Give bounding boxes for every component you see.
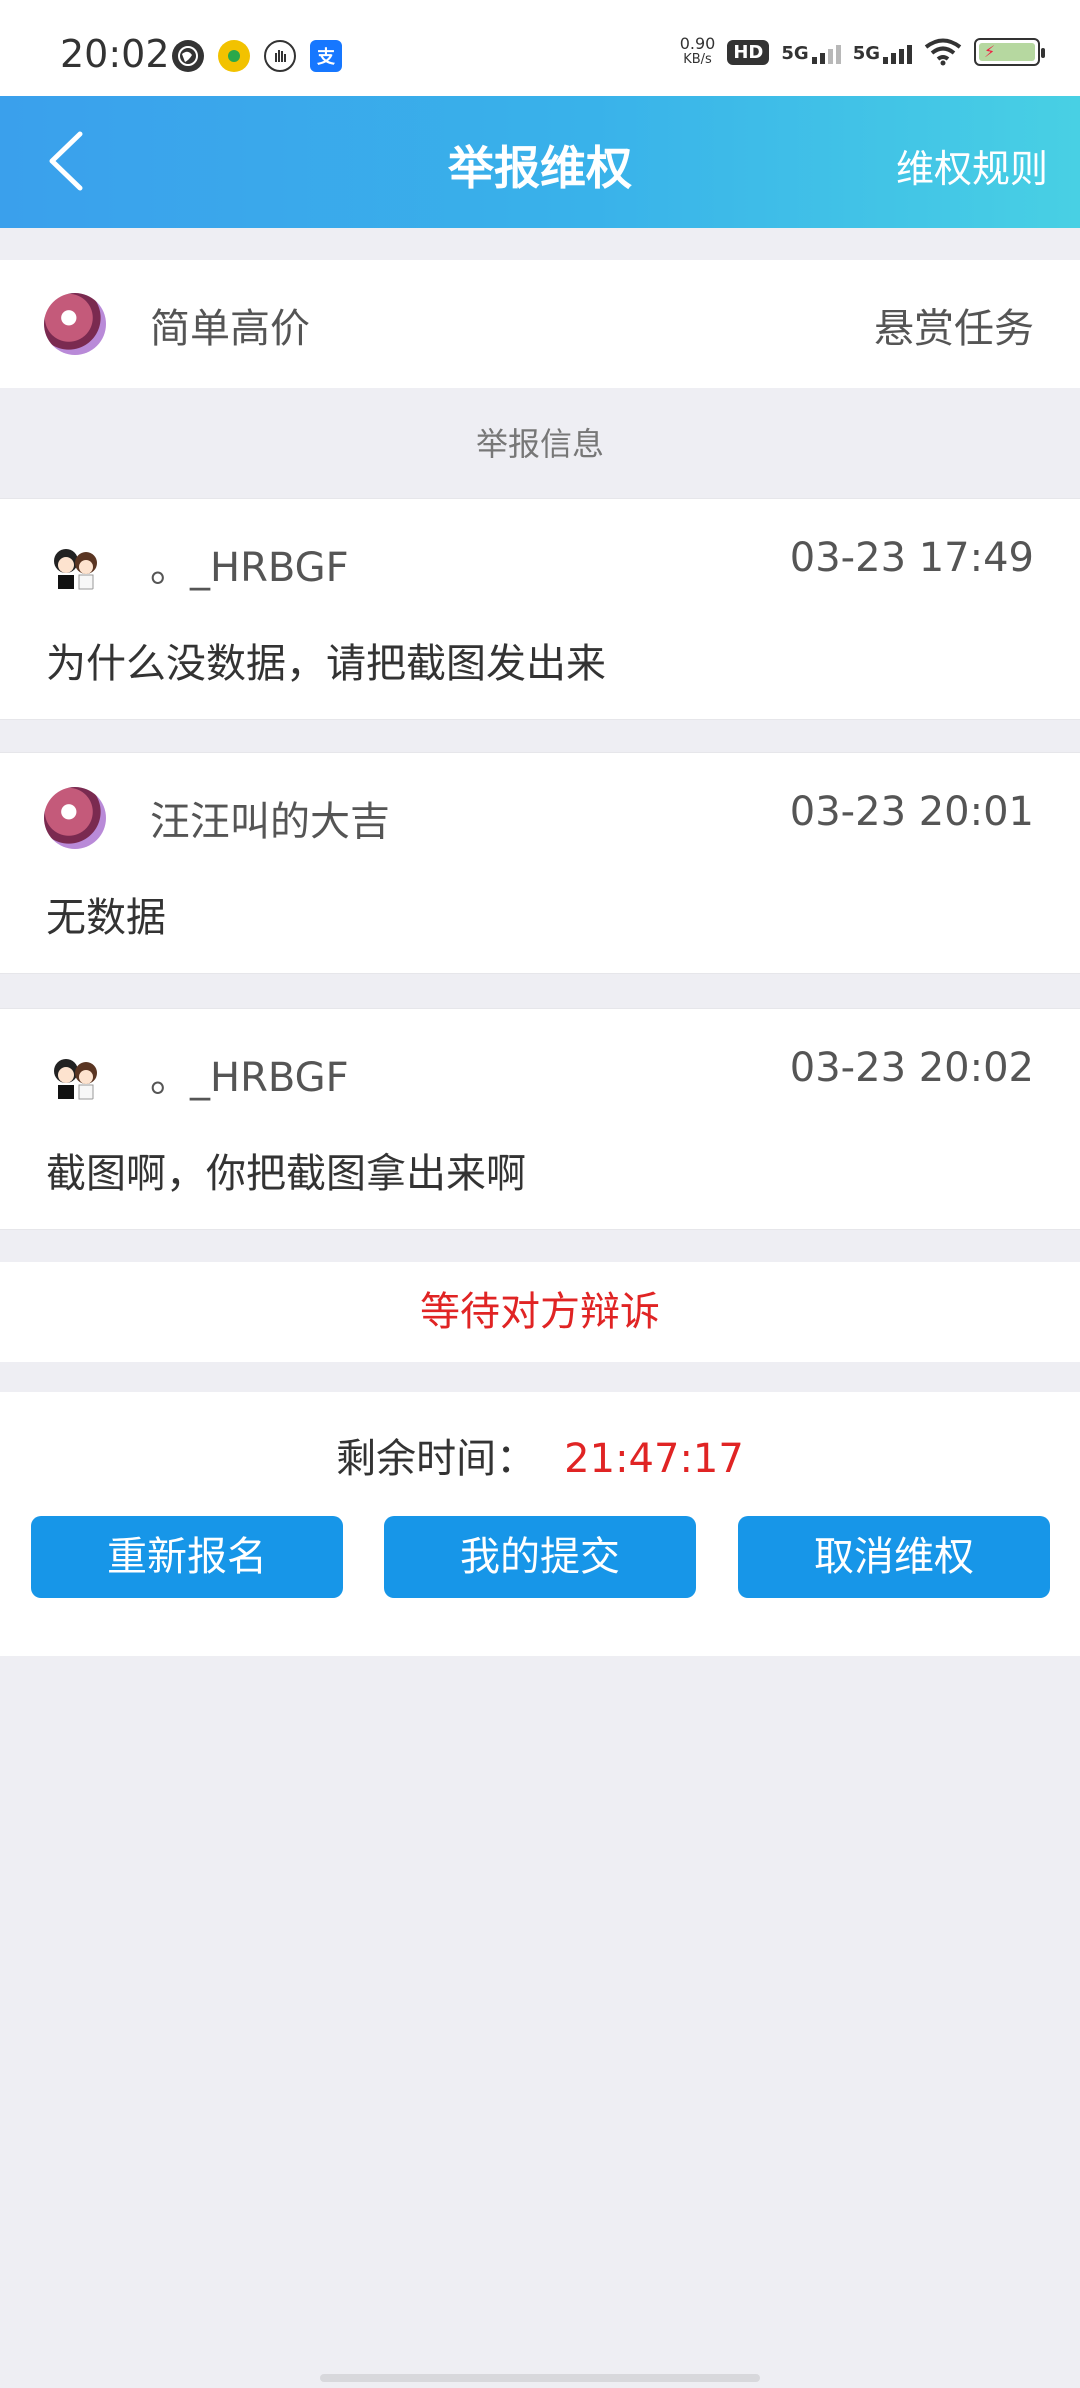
- message-text: 为什么没数据，请把截图发出来: [46, 641, 606, 687]
- network-speed: 0.90 KB/s: [680, 36, 716, 68]
- sender-name: 。_HRBGF: [150, 545, 349, 591]
- status-bar: 20:02 支 0.90 KB/s HD 5G 5G ⚡: [0, 0, 1080, 96]
- sender-name: 汪汪叫的大吉: [150, 799, 390, 845]
- signal-2-icon: 5G: [853, 40, 912, 64]
- avatar: [44, 787, 106, 849]
- action-panel: 剩余时间： 21:47:17 重新报名 我的提交 取消维权: [0, 1392, 1080, 1656]
- home-indicator[interactable]: [320, 2374, 760, 2382]
- network-speed-value: 0.90: [679, 34, 716, 53]
- system-indicators: 0.90 KB/s HD 5G 5G ⚡: [680, 36, 1045, 68]
- remaining-time-label: 剩余时间：: [336, 1436, 537, 1482]
- task-name: 简单高价: [150, 306, 310, 352]
- message-text: 无数据: [46, 895, 166, 941]
- status-time: 20:02: [60, 32, 170, 76]
- avatar: [44, 533, 106, 595]
- page: 20:02 支 0.90 KB/s HD 5G 5G ⚡ 举报维权 维权规则 简…: [0, 0, 1080, 2388]
- task-type: 悬赏任务: [874, 306, 1034, 352]
- alipay-icon-label: 支: [317, 47, 335, 68]
- wifi-icon: [924, 38, 962, 66]
- hd-voice-icon: HD: [727, 39, 770, 65]
- sender-name: 。_HRBGF: [150, 1055, 349, 1101]
- section-title: 举报信息: [475, 425, 604, 463]
- hand-icon: [264, 40, 296, 72]
- cancel-claim-button[interactable]: 取消维权: [738, 1516, 1050, 1598]
- battery-icon: ⚡: [974, 38, 1045, 66]
- music-app-icon: [218, 40, 250, 72]
- task-summary[interactable]: 简单高价 悬赏任务: [0, 260, 1080, 388]
- message-time: 03-23 17:49: [789, 535, 1034, 581]
- signal-1-icon: 5G: [781, 40, 841, 64]
- network-speed-unit: KB/s: [683, 52, 712, 67]
- report-message: 汪汪叫的大吉 03-23 20:01 无数据: [0, 752, 1080, 974]
- remaining-time-value: 21:47:17: [564, 1436, 744, 1482]
- message-text: 截图啊，你把截图拿出来啊: [46, 1151, 526, 1197]
- report-message: 。_HRBGF 03-23 17:49 为什么没数据，请把截图发出来: [0, 498, 1080, 720]
- avatar: [44, 1043, 106, 1105]
- app-header: 举报维权 维权规则: [0, 96, 1080, 228]
- notification-icons: 支: [172, 40, 342, 72]
- reapply-button[interactable]: 重新报名: [31, 1516, 343, 1598]
- dispute-status: 等待对方辩诉: [0, 1262, 1080, 1362]
- globe-icon: [172, 40, 204, 72]
- message-time: 03-23 20:02: [789, 1045, 1034, 1091]
- sim1-label: 5G: [781, 43, 809, 64]
- task-avatar: [44, 293, 106, 355]
- sim2-label: 5G: [852, 43, 880, 64]
- rules-link[interactable]: 维权规则: [896, 138, 1048, 193]
- remaining-time: 剩余时间： 21:47:17: [0, 1426, 1080, 1484]
- message-time: 03-23 20:01: [789, 789, 1034, 835]
- alipay-icon: 支: [310, 40, 342, 72]
- my-submission-button[interactable]: 我的提交: [384, 1516, 696, 1598]
- report-message: 。_HRBGF 03-23 20:02 截图啊，你把截图拿出来啊: [0, 1008, 1080, 1230]
